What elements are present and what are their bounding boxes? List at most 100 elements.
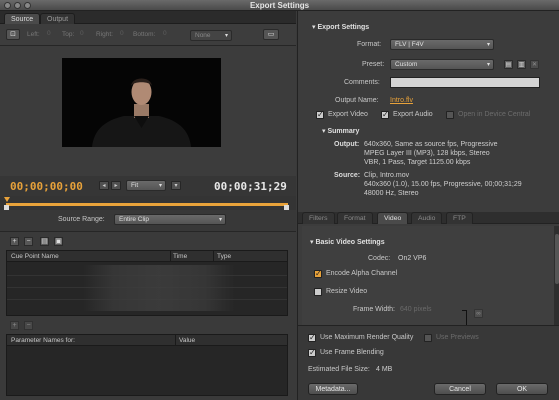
add-cue-point-icon[interactable]: + <box>10 237 19 246</box>
output-name-label: Output Name: <box>335 97 379 104</box>
comments-input[interactable] <box>390 77 540 88</box>
timeline[interactable] <box>0 196 296 210</box>
use-previews-label[interactable]: Use Previews <box>436 334 479 341</box>
add-marker-icon[interactable]: ▾ <box>171 181 181 190</box>
tab-source[interactable]: Source <box>4 13 41 24</box>
remove-parameter-icon[interactable]: − <box>24 321 33 330</box>
metadata-button[interactable]: Metadata... <box>308 383 358 395</box>
crop-toolbar: ⊡ Left: 0 Top: 0 Right: 0 Bottom: 0 None… <box>0 24 296 46</box>
column-divider <box>170 251 171 262</box>
preview-area <box>0 46 296 176</box>
crop-right-value[interactable]: 0 <box>120 30 124 37</box>
tab-video[interactable]: Video <box>377 212 409 224</box>
export-settings-header[interactable]: ▾ Export Settings <box>312 23 369 31</box>
tab-audio[interactable]: Audio <box>411 212 443 224</box>
export-audio-label[interactable]: Export Audio <box>393 111 433 118</box>
crop-right-label: Right: <box>96 31 113 38</box>
basic-video-settings-header[interactable]: ▾ Basic Video Settings <box>310 238 385 246</box>
summary-output-line: MPEG Layer III (MP3), 128 kbps, Stereo <box>364 150 490 157</box>
crop-left-value[interactable]: 0 <box>47 30 51 37</box>
use-previews-checkbox[interactable] <box>424 334 432 342</box>
zoom-window-button[interactable] <box>24 2 31 9</box>
render-options: Use Maximum Render Quality Use Previews … <box>298 325 559 400</box>
summary-output-label: Output: <box>334 141 360 148</box>
output-name-link[interactable]: Intro.flv <box>390 97 413 104</box>
parameter-toolbar: + − <box>0 318 296 332</box>
resize-video-label[interactable]: Resize Video <box>326 288 367 295</box>
summary-output-line: VBR, 1 Pass, Target 1125.00 kbps <box>364 159 471 166</box>
chain-link-icon[interactable]: ∞ <box>474 309 483 318</box>
source-range-dropdown[interactable]: Entire Clip ▾ <box>114 214 226 225</box>
export-settings-panel: ▾ Export Settings Format: FLV | F4V ▾ Pr… <box>297 11 559 400</box>
estimated-file-size-label: Estimated File Size: <box>308 366 370 373</box>
crop-top-value[interactable]: 0 <box>80 30 84 37</box>
preset-label: Preset: <box>362 61 385 68</box>
source-range-row: Source Range: Entire Clip ▾ <box>0 210 296 232</box>
encode-alpha-checkbox[interactable] <box>314 269 322 278</box>
export-video-label[interactable]: Export Video <box>328 111 368 118</box>
video-preview <box>62 58 221 147</box>
settings-scrollbar[interactable] <box>554 226 559 334</box>
codec-label: Codec: <box>368 255 391 262</box>
cue-point-toolbar: + − ▤ ▣ <box>0 232 296 250</box>
open-device-central-checkbox[interactable] <box>446 111 454 119</box>
export-video-checkbox[interactable] <box>316 110 324 119</box>
cancel-button[interactable]: Cancel <box>434 383 486 395</box>
playhead-icon[interactable] <box>4 197 10 202</box>
preset-dropdown[interactable]: Custom ▾ <box>390 59 494 70</box>
frame-blending-label[interactable]: Use Frame Blending <box>320 349 384 356</box>
close-window-button[interactable] <box>4 2 11 9</box>
frame-blending-checkbox[interactable] <box>308 348 316 357</box>
tab-ftp[interactable]: FTP <box>446 212 473 224</box>
cue-table-header: Cue Point Name Time Type <box>7 251 287 262</box>
cue-point-table[interactable]: Cue Point Name Time Type <box>6 250 288 316</box>
estimated-file-size-value: 4 MB <box>376 366 393 373</box>
tab-output[interactable]: Output <box>40 13 76 24</box>
crop-bottom-value[interactable]: 0 <box>163 30 167 37</box>
summary-header[interactable]: ▾ Summary <box>322 127 359 135</box>
preview-toggle-icon[interactable]: ▭ <box>263 29 279 40</box>
cue-time-header[interactable]: Time <box>173 253 187 260</box>
save-preset-icon[interactable]: ▤ <box>504 60 513 69</box>
parameter-value-header[interactable]: Value <box>179 337 195 344</box>
set-out-point-icon[interactable]: ▸ <box>111 181 121 190</box>
resize-video-checkbox[interactable] <box>314 288 322 296</box>
format-label: Format: <box>357 41 382 48</box>
current-timecode[interactable]: 00;00;00;00 <box>10 180 83 193</box>
summary-source-line: Clip, Intro.mov <box>364 172 410 179</box>
open-folder-icon[interactable]: ▤ <box>40 237 49 246</box>
tab-filters[interactable]: Filters <box>302 212 335 224</box>
minimize-window-button[interactable] <box>14 2 21 9</box>
import-preset-icon[interactable]: ▥ <box>517 60 526 69</box>
summary-source-line: 48000 Hz, Stereo <box>364 190 419 197</box>
ok-button[interactable]: OK <box>496 383 548 395</box>
delete-preset-icon[interactable]: ✕ <box>530 60 539 69</box>
frame-width-value[interactable]: 640 pixels <box>400 306 432 313</box>
export-audio-checkbox[interactable] <box>381 110 389 119</box>
zoom-fit-dropdown[interactable]: Fit ▾ <box>126 180 166 191</box>
scrollbar-thumb[interactable] <box>555 234 559 284</box>
cue-point-name-header[interactable]: Cue Point Name <box>11 253 59 260</box>
max-render-quality-label[interactable]: Use Maximum Render Quality <box>320 334 413 341</box>
crop-preset-dropdown[interactable]: None ▾ <box>190 30 232 41</box>
timeline-range-bar[interactable] <box>6 203 288 206</box>
max-render-quality-checkbox[interactable] <box>308 333 316 342</box>
save-icon[interactable]: ▣ <box>54 237 63 246</box>
set-in-point-icon[interactable]: ◂ <box>99 181 109 190</box>
add-parameter-icon[interactable]: + <box>10 321 19 330</box>
source-range-label: Source Range: <box>58 216 105 223</box>
tab-format[interactable]: Format <box>337 212 373 224</box>
open-device-central-label[interactable]: Open in Device Central <box>458 111 530 118</box>
crop-tool-icon[interactable]: ⊡ <box>6 29 20 40</box>
person-figure <box>92 78 191 147</box>
cue-type-header[interactable]: Type <box>217 253 231 260</box>
remove-cue-point-icon[interactable]: − <box>24 237 33 246</box>
parameter-table[interactable]: Parameter Names for: Value <box>6 334 288 396</box>
format-dropdown[interactable]: FLV | F4V ▾ <box>390 39 494 50</box>
column-divider <box>213 251 214 262</box>
codec-value: On2 VP6 <box>398 255 427 262</box>
parameter-names-header[interactable]: Parameter Names for: <box>11 337 75 344</box>
frame-width-label: Frame Width: <box>353 306 396 313</box>
encode-alpha-label[interactable]: Encode Alpha Channel <box>326 270 397 277</box>
duration-timecode: 00;00;31;29 <box>214 180 287 193</box>
